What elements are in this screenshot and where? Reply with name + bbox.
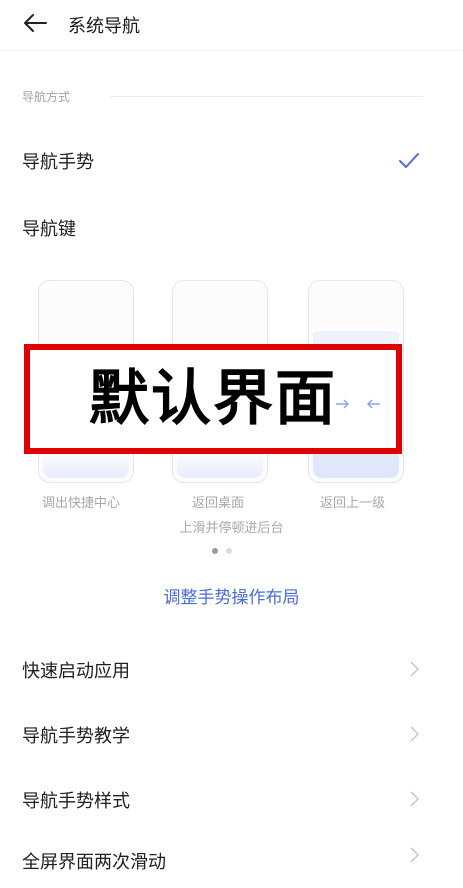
chevron-right-icon <box>410 791 420 807</box>
chevron-right-icon <box>410 661 420 677</box>
settings-item-label: 导航手势样式 <box>22 791 130 812</box>
adjust-gesture-layout-link[interactable]: 调整手势操作布局 <box>0 583 463 608</box>
chevron-right-icon <box>410 726 420 742</box>
settings-item-quick-launch[interactable]: 快速启动应用 <box>0 643 463 693</box>
caption-back: 返回上一级 <box>320 496 386 511</box>
check-icon <box>399 153 419 168</box>
page-indicator-dot <box>226 548 232 554</box>
option-label: 导航手势 <box>22 152 94 173</box>
settings-item-fullscreen-double-swipe[interactable]: 全屏界面两次滑动 <box>0 838 463 888</box>
chevron-right-icon <box>410 847 420 863</box>
settings-item-label: 快速启动应用 <box>22 661 130 682</box>
header-bar: 系统导航 <box>0 0 463 51</box>
section-title: 导航方式 <box>22 90 71 104</box>
caption-shortcut-center: 调出快捷中心 <box>42 496 121 511</box>
option-gesture-navigation[interactable]: 导航手势 <box>0 136 463 186</box>
navigation-section-header: 导航方式 <box>22 88 423 104</box>
page-title: 系统导航 <box>68 16 140 37</box>
caption-home: 返回桌面 <box>192 496 245 511</box>
header-divider <box>0 50 463 51</box>
option-label: 导航键 <box>22 219 76 240</box>
option-navigation-keys[interactable]: 导航键 <box>0 203 463 253</box>
settings-item-gesture-tutorial[interactable]: 导航手势教学 <box>0 708 463 758</box>
settings-item-label: 全屏界面两次滑动 <box>22 852 166 873</box>
back-arrow-icon[interactable] <box>22 10 48 36</box>
section-divider <box>110 96 423 97</box>
side-swipe-arrows-icon <box>336 399 380 409</box>
settings-item-gesture-style[interactable]: 导航手势样式 <box>0 773 463 823</box>
settings-item-label: 导航手势教学 <box>22 726 130 747</box>
page-indicator-dot-active <box>212 548 218 554</box>
caption-background: 上滑并停顿进后台 <box>179 521 284 536</box>
